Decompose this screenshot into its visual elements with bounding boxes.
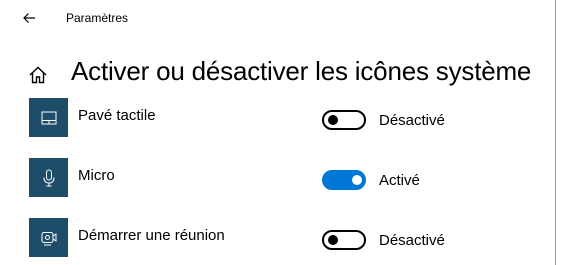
title-bar: Paramètres: [0, 0, 556, 38]
setting-row-meet-now: Démarrer une réunion Désactivé: [0, 218, 556, 258]
touchpad-icon: [41, 111, 56, 124]
touchpad-state: Désactivé: [379, 112, 445, 129]
micro-state: Activé: [379, 172, 420, 189]
meet-now-tile: [29, 218, 68, 257]
window-edge: [555, 0, 564, 265]
setting-row-touchpad: Pavé tactile Désactivé: [0, 98, 556, 138]
page-title: Activer ou désactiver les icônes système: [71, 56, 532, 86]
home-button[interactable]: [26, 63, 50, 87]
touchpad-tile: [29, 98, 68, 137]
back-arrow-icon: [23, 13, 35, 23]
microphone-tile: [29, 158, 68, 197]
meet-now-state: Désactivé: [379, 232, 445, 249]
meet-now-icon: [41, 231, 56, 245]
settings-window: Paramètres Activer ou désactiver les icô…: [0, 0, 556, 265]
toggle-knob: [352, 175, 362, 185]
touchpad-label: Pavé tactile: [78, 107, 156, 124]
meet-now-label: Démarrer une réunion: [78, 227, 225, 244]
home-icon: [29, 66, 47, 84]
setting-row-micro: Micro Activé: [0, 158, 556, 198]
touchpad-toggle[interactable]: [322, 110, 366, 130]
toggle-knob: [328, 235, 338, 245]
microphone-icon: [43, 169, 54, 186]
back-button[interactable]: [16, 6, 42, 30]
meet-now-toggle[interactable]: [322, 230, 366, 250]
toggle-knob: [328, 115, 338, 125]
micro-toggle[interactable]: [322, 170, 366, 190]
micro-label: Micro: [78, 167, 115, 184]
app-title: Paramètres: [66, 11, 129, 25]
